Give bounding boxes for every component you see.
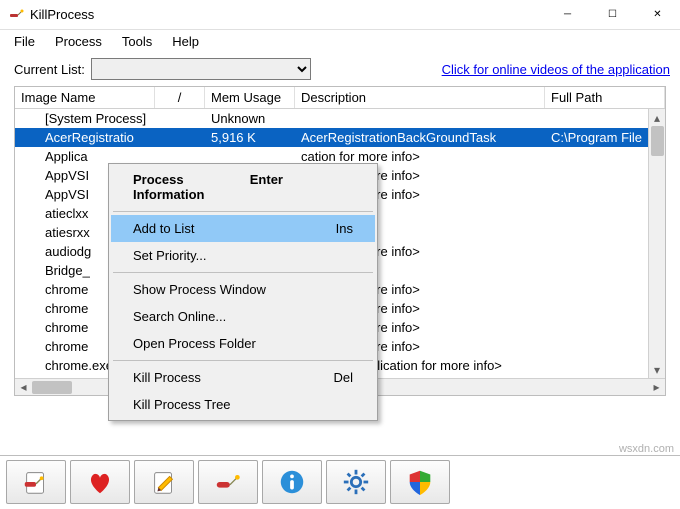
menu-separator (113, 360, 373, 361)
videos-link[interactable]: Click for online videos of the applicati… (442, 62, 670, 77)
dynamite-note-icon (21, 467, 51, 497)
vscroll-thumb[interactable] (651, 126, 664, 156)
toolbar-dynamite-note-button[interactable] (6, 460, 66, 504)
watermark: wsxdn.com (619, 443, 674, 455)
context-menu-item[interactable]: Kill Process Del (111, 364, 375, 391)
col-mem-usage[interactable]: Mem Usage (205, 87, 295, 108)
gear-icon (341, 467, 371, 497)
context-menu-item[interactable]: Show Process Window (111, 276, 375, 303)
toolbar-edit-button[interactable] (134, 460, 194, 504)
col-full-path[interactable]: Full Path (545, 87, 665, 108)
toolbar-kill-button[interactable] (198, 460, 258, 504)
dynamite-icon (213, 467, 243, 497)
scroll-right-icon[interactable]: ▸ (648, 379, 665, 396)
context-menu-item[interactable]: Open Process Folder (111, 330, 375, 357)
context-menu-item-label: Kill Process (133, 370, 201, 385)
vertical-scrollbar[interactable]: ▴ ▾ (648, 109, 665, 378)
toolbar-heart-button[interactable] (70, 460, 130, 504)
bottom-toolbar (0, 455, 680, 509)
context-menu-item-label: Set Priority... (133, 248, 206, 263)
table-row[interactable]: AcerRegistratio5,916 KAcerRegistrationBa… (15, 128, 665, 147)
context-menu: Process Information Enter Add to List Ins… (108, 163, 378, 421)
hscroll-thumb[interactable] (32, 381, 72, 394)
cell-full-path: C:\Program File (545, 130, 665, 145)
scroll-up-icon[interactable]: ▴ (649, 109, 665, 126)
context-menu-item-label: Show Process Window (133, 282, 266, 297)
scroll-down-icon[interactable]: ▾ (649, 361, 665, 378)
context-menu-item[interactable]: Set Priority... (111, 242, 375, 269)
context-menu-item[interactable]: Search Online... (111, 303, 375, 330)
pencil-note-icon (149, 467, 179, 497)
cell-image-name: AcerRegistratio (15, 130, 205, 145)
col-sort-indicator[interactable]: / (155, 87, 205, 108)
context-menu-item-shortcut: Del (333, 370, 353, 385)
close-button[interactable]: ✕ (635, 0, 680, 30)
menu-process[interactable]: Process (45, 32, 112, 51)
table-row[interactable]: [System Process]Unknown (15, 109, 665, 128)
current-list-dropdown[interactable] (91, 58, 311, 80)
context-menu-header-label: Process Information (133, 172, 250, 202)
heart-icon (85, 467, 115, 497)
maximize-button[interactable]: ☐ (590, 0, 635, 30)
current-list-label: Current List: (14, 62, 85, 77)
info-icon (277, 467, 307, 497)
cell-mem-usage: Unknown (205, 111, 295, 126)
menu-separator (113, 211, 373, 212)
context-menu-item-label: Search Online... (133, 309, 226, 324)
context-menu-item[interactable]: Add to List Ins (111, 215, 375, 242)
context-menu-header[interactable]: Process Information Enter (111, 166, 375, 208)
menu-file[interactable]: File (4, 32, 45, 51)
menu-separator (113, 272, 373, 273)
context-menu-header-shortcut: Enter (250, 172, 283, 202)
cell-image-name: Applica (15, 149, 205, 164)
cell-mem-usage: 5,916 K (205, 130, 295, 145)
current-list-row: Current List: Click for online videos of… (0, 52, 680, 84)
menu-tools[interactable]: Tools (112, 32, 162, 51)
window-title: KillProcess (30, 7, 94, 22)
context-menu-item-label: Open Process Folder (133, 336, 256, 351)
context-menu-item[interactable]: Kill Process Tree (111, 391, 375, 418)
cell-description: cation for more info> (295, 149, 545, 164)
toolbar-info-button[interactable] (262, 460, 322, 504)
scroll-left-icon[interactable]: ◂ (15, 379, 32, 396)
menu-help[interactable]: Help (162, 32, 209, 51)
col-description[interactable]: Description (295, 87, 545, 108)
col-image-name[interactable]: Image Name (15, 87, 155, 108)
context-menu-item-label: Add to List (133, 221, 194, 236)
context-menu-item-label: Kill Process Tree (133, 397, 231, 412)
menubar: File Process Tools Help (0, 30, 680, 52)
cell-image-name: [System Process] (15, 111, 205, 126)
toolbar-shield-button[interactable] (390, 460, 450, 504)
toolbar-settings-button[interactable] (326, 460, 386, 504)
cell-description: AcerRegistrationBackGroundTask (295, 130, 545, 145)
context-menu-item-shortcut: Ins (336, 221, 353, 236)
minimize-button[interactable]: ─ (545, 0, 590, 30)
table-header: Image Name / Mem Usage Description Full … (15, 87, 665, 109)
shield-icon (405, 467, 435, 497)
app-icon (8, 7, 24, 23)
titlebar: KillProcess ─ ☐ ✕ (0, 0, 680, 30)
